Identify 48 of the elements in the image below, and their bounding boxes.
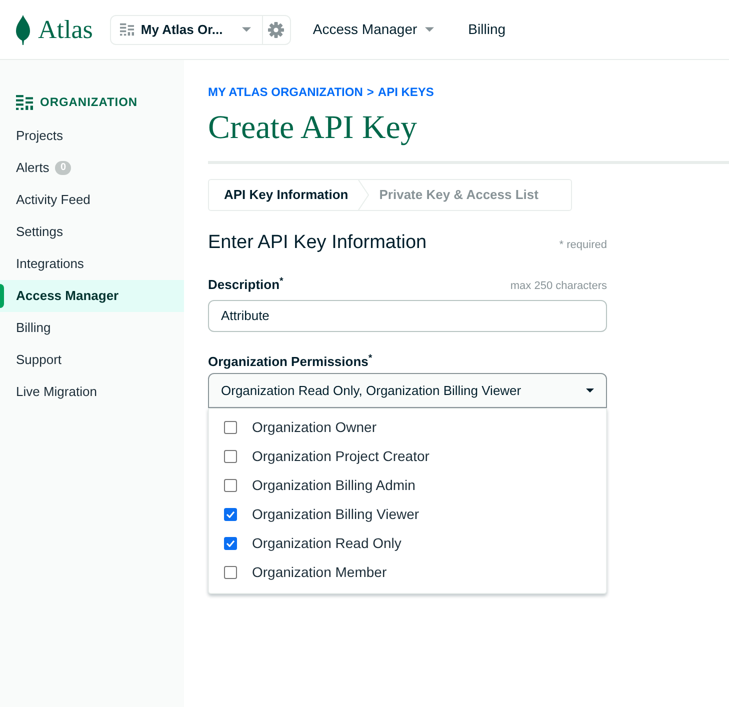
sidebar-item[interactable]: Settings [0, 216, 184, 248]
checkbox[interactable] [224, 508, 237, 521]
leaf-logo-icon [16, 14, 30, 44]
required-note: * required [559, 238, 607, 253]
sidebar-item[interactable]: Alerts 0 [0, 152, 184, 184]
nav-link[interactable]: Billing [468, 19, 506, 40]
field-hint: max 250 characters [510, 279, 607, 294]
breadcrumb-separator: > [366, 84, 374, 101]
permission-option[interactable]: Organization Owner [209, 413, 606, 442]
logo-text: Atlas [38, 16, 93, 42]
sidebar-item[interactable]: Live Migration [0, 376, 184, 408]
page-title: Create API Key [208, 109, 418, 148]
sidebar-heading: ORGANIZATION [40, 94, 138, 111]
permissions-select[interactable]: Organization Read Only, Organization Billing Viewer [208, 373, 607, 408]
building-icon [16, 94, 33, 110]
checkmark-icon [226, 540, 235, 547]
field-label: Organization Permissions$^{*}$ [208, 352, 374, 371]
checkbox[interactable] [224, 479, 237, 492]
breadcrumb-link[interactable]: API KEYS [378, 83, 434, 101]
count-badge: 0 [55, 161, 72, 175]
permission-option[interactable]: Organization Read Only [209, 529, 606, 558]
nav-menu[interactable]: Access Manager [312, 19, 434, 40]
checkbox[interactable] [224, 450, 237, 463]
building-icon [120, 23, 134, 36]
section-heading: Enter API Key Information [208, 231, 427, 255]
step-tab[interactable]: API Key Information [209, 180, 370, 210]
org-select-button[interactable]: My Atlas Or... [110, 16, 262, 44]
caret-icon [586, 388, 594, 393]
sidebar-item[interactable]: Projects [0, 120, 184, 152]
caret-icon [425, 27, 434, 32]
sidebar-item[interactable]: Activity Feed [0, 184, 184, 216]
sidebar-item[interactable]: Access Manager [0, 280, 184, 312]
permission-option[interactable]: Organization Member [209, 558, 606, 587]
permission-option[interactable]: Organization Project Creator [209, 442, 606, 471]
caret-icon [242, 27, 251, 32]
checkbox[interactable] [224, 537, 237, 550]
breadcrumb-link[interactable]: MY ATLAS ORGANIZATION [208, 83, 363, 101]
checkbox[interactable] [224, 566, 237, 579]
description-input[interactable]: Attribute [208, 300, 607, 332]
sidebar-item[interactable]: Billing [0, 312, 184, 344]
permission-option[interactable]: Organization Billing Viewer [209, 500, 606, 529]
sidebar-item[interactable]: Integrations [0, 248, 184, 280]
checkmark-icon [226, 511, 235, 518]
checkbox[interactable] [224, 421, 237, 434]
permission-option[interactable]: Organization Billing Admin [209, 471, 606, 500]
sidebar-item[interactable]: Support [0, 344, 184, 376]
field-label: Description$^{*}$ [208, 275, 284, 294]
settings-icon [268, 22, 284, 38]
